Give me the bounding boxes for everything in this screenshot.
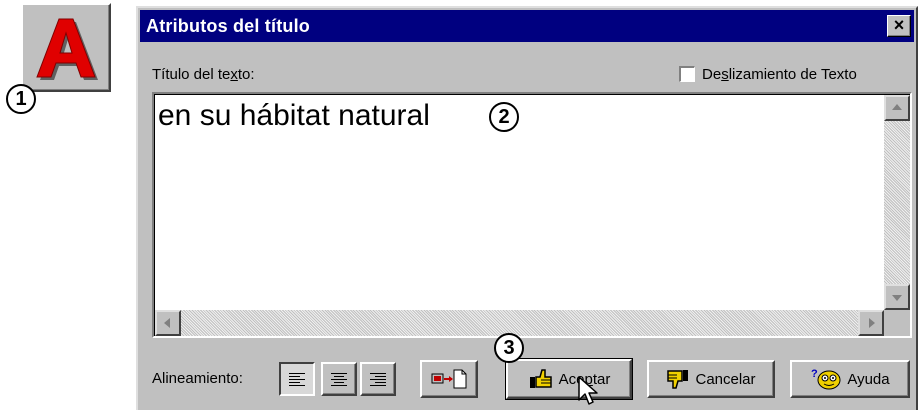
mouse-pointer-icon: [578, 376, 598, 405]
title-text-value[interactable]: en su hábitat natural: [158, 98, 430, 134]
dialog-title: Atributos del título: [146, 16, 310, 36]
vertical-scrollbar[interactable]: [884, 95, 910, 310]
align-right-button[interactable]: [360, 362, 396, 396]
text-title-label: Título del texto:: [152, 66, 255, 83]
accept-button[interactable]: Aceptar: [505, 358, 633, 400]
align-left-icon: [289, 372, 305, 386]
help-button[interactable]: ? Ayuda: [790, 360, 910, 398]
svg-text:?: ?: [811, 368, 818, 380]
thumbs-up-icon: [529, 369, 552, 388]
horizontal-scrollbar[interactable]: [155, 310, 884, 336]
cancel-button[interactable]: Cancelar: [647, 360, 775, 398]
callout-1: 1: [6, 84, 36, 114]
text-scroll-checkbox[interactable]: [679, 66, 695, 82]
callout-3: 3: [494, 333, 524, 363]
scroll-left-button[interactable]: [155, 310, 181, 336]
help-face-icon: ?: [811, 368, 841, 390]
help-label: Ayuda: [847, 370, 890, 388]
letter-a-icon: [36, 18, 98, 80]
dialog-titlebar: Atributos del título ×: [140, 10, 914, 42]
title-attributes-toolbar-button[interactable]: [21, 3, 111, 92]
cancel-label: Cancelar: [695, 370, 756, 388]
scroll-up-button[interactable]: [884, 95, 910, 121]
alignment-label: Alineamiento:: [152, 370, 243, 387]
close-button[interactable]: ×: [887, 15, 911, 37]
text-scroll-option[interactable]: Deslizamiento de Texto: [679, 64, 857, 84]
title-attributes-dialog: Atributos del título × Título del texto:…: [136, 6, 918, 410]
thumbs-down-icon: [667, 370, 689, 389]
scroll-right-button[interactable]: [858, 310, 884, 336]
insert-field-button[interactable]: [420, 360, 478, 398]
align-left-button[interactable]: [279, 362, 315, 396]
title-text-area[interactable]: en su hábitat natural: [152, 92, 912, 338]
align-center-button[interactable]: [321, 362, 357, 396]
align-center-icon: [331, 372, 347, 386]
scrollbar-corner: [884, 310, 910, 336]
align-right-icon: [370, 372, 386, 386]
insert-field-icon: [431, 369, 467, 389]
callout-2: 2: [489, 102, 519, 132]
scroll-down-button[interactable]: [884, 284, 910, 310]
text-scroll-label: Deslizamiento de Texto: [702, 65, 857, 83]
